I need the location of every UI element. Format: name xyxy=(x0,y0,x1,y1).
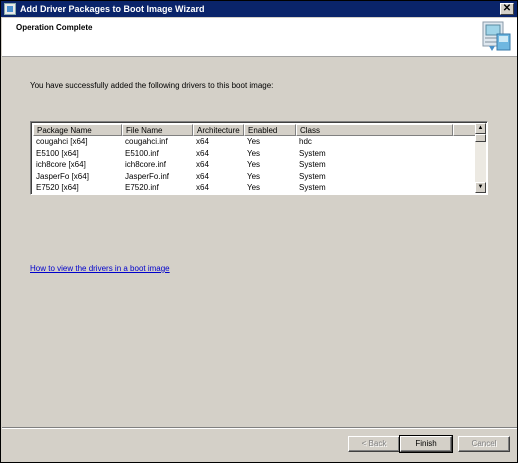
finish-button[interactable]: Finish xyxy=(399,435,453,453)
cell-enabled: Yes xyxy=(247,148,261,158)
footer-divider xyxy=(2,427,517,429)
scroll-thumb[interactable] xyxy=(475,134,486,142)
table-row[interactable]: E5100 [x64] E5100.inf x64 Yes System xyxy=(33,148,476,160)
cell-class: System xyxy=(299,183,326,193)
page-heading: Operation Complete xyxy=(16,23,93,32)
cell-enabled: Yes xyxy=(247,137,261,146)
column-header-filler xyxy=(453,124,476,136)
wizard-window: Add Driver Packages to Boot Image Wizard… xyxy=(0,0,518,463)
wizard-computer-icon xyxy=(482,21,511,51)
help-link[interactable]: How to view the drivers in a boot image xyxy=(30,264,170,273)
scroll-up-icon[interactable]: ▲ xyxy=(475,123,486,134)
cell-file-name: E5100.inf xyxy=(125,148,159,158)
cell-enabled: Yes xyxy=(247,183,261,193)
cell-architecture: x64 xyxy=(196,183,209,193)
cell-class: System xyxy=(299,160,326,170)
cell-enabled: Yes xyxy=(247,171,261,181)
cell-package-name: cougahci [x64] xyxy=(36,137,88,146)
cell-class: System xyxy=(299,171,326,181)
table-body: cougahci [x64] cougahci.inf x64 Yes hdc … xyxy=(33,136,476,194)
cell-package-name: ich8core [x64] xyxy=(36,160,86,170)
cell-file-name: cougahci.inf xyxy=(125,137,168,146)
table-header: Package Name File Name Architecture Enab… xyxy=(33,124,476,136)
window-title: Add Driver Packages to Boot Image Wizard xyxy=(20,4,205,14)
close-button[interactable]: ✕ xyxy=(500,3,514,15)
cell-enabled: Yes xyxy=(247,160,261,170)
cell-architecture: x64 xyxy=(196,171,209,181)
column-header-package-name[interactable]: Package Name xyxy=(33,124,122,136)
intro-text: You have successfully added the followin… xyxy=(30,81,274,90)
wizard-header: Operation Complete xyxy=(2,18,517,57)
cell-architecture: x64 xyxy=(196,160,209,170)
cell-package-name: E7520 [x64] xyxy=(36,183,79,193)
title-bar[interactable]: Add Driver Packages to Boot Image Wizard… xyxy=(1,1,517,17)
app-icon xyxy=(4,3,16,15)
vertical-scrollbar[interactable]: ▲ ▼ xyxy=(475,123,486,193)
cell-package-name: JasperFo [x64] xyxy=(36,171,89,181)
column-header-enabled[interactable]: Enabled xyxy=(244,124,296,136)
column-header-file-name[interactable]: File Name xyxy=(122,124,193,136)
cell-class: System xyxy=(299,148,326,158)
back-button[interactable]: < Back xyxy=(348,436,400,452)
table-row[interactable]: ich8core [x64] ich8core.inf x64 Yes Syst… xyxy=(33,159,476,171)
table-row[interactable]: E7520 [x64] E7520.inf x64 Yes System xyxy=(33,182,476,194)
cell-file-name: E7520.inf xyxy=(125,183,159,193)
table-row[interactable]: JasperFo [x64] JasperFo.inf x64 Yes Syst… xyxy=(33,171,476,183)
cell-file-name: ich8core.inf xyxy=(125,160,166,170)
drivers-table[interactable]: Package Name File Name Architecture Enab… xyxy=(30,121,488,195)
scroll-down-icon[interactable]: ▼ xyxy=(475,182,486,193)
cell-package-name: E5100 [x64] xyxy=(36,148,79,158)
column-header-class[interactable]: Class xyxy=(296,124,453,136)
cell-file-name: JasperFo.inf xyxy=(125,171,170,181)
table-row[interactable]: cougahci [x64] cougahci.inf x64 Yes hdc xyxy=(33,136,476,148)
cell-architecture: x64 xyxy=(196,137,209,146)
column-header-architecture[interactable]: Architecture xyxy=(193,124,244,136)
cancel-button[interactable]: Cancel xyxy=(458,436,510,452)
cell-class: hdc xyxy=(299,137,312,146)
cell-architecture: x64 xyxy=(196,148,209,158)
